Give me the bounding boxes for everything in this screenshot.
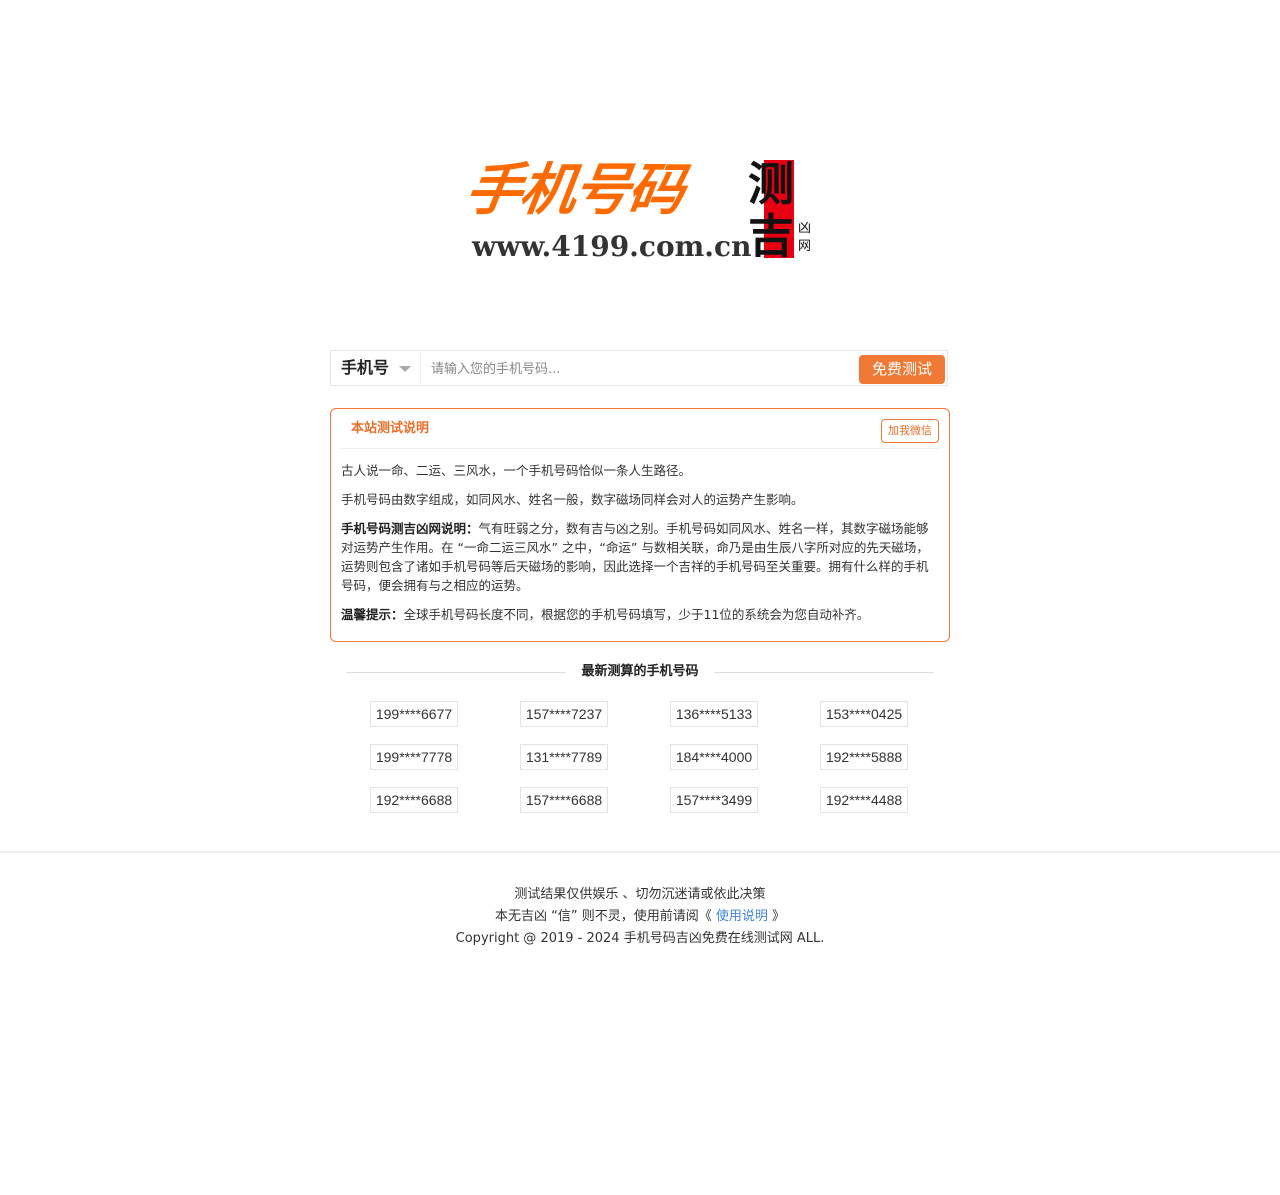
logo-url: www.4199.com.cn xyxy=(472,230,752,263)
footer-notice: 本无吉凶 “信” 则不灵，使用前请阅《 使用说明 》 xyxy=(340,906,940,928)
info-paragraph: 手机号码由数字组成，如同风水、姓名一般，数字磁场同样会对人的运势产生影响。 xyxy=(341,492,804,507)
footer-notice-suffix: 》 xyxy=(767,909,786,924)
logo-small-char: 网 xyxy=(798,239,812,254)
search-type-dropdown[interactable]: 手机号 xyxy=(331,351,421,385)
latest-numbers-title: 最新测算的手机号码 xyxy=(581,664,699,679)
phone-number-chip[interactable]: 136****5133 xyxy=(670,701,758,727)
free-test-button[interactable]: 免费测试 xyxy=(859,355,945,384)
page: 手机号码 测 吉 凶 网 www.4199.com.cn 手机号 免费测试 本站… xyxy=(0,0,1280,1195)
phone-number-chip[interactable]: 192****6688 xyxy=(370,787,458,813)
phone-number-chip[interactable]: 184****4000 xyxy=(670,744,758,770)
phone-number-chip[interactable]: 199****7778 xyxy=(370,744,458,770)
info-paragraph-label: 手机号码测吉凶网说明： xyxy=(341,521,479,536)
info-paragraph: 手机号码测吉凶网说明：气有旺弱之分，数有吉与凶之别。手机号码如同风水、姓名一样，… xyxy=(341,519,935,595)
heading-line xyxy=(346,672,566,673)
footer-divider xyxy=(0,851,1280,853)
logo-title: 手机号码 xyxy=(461,158,687,223)
phone-number-chip[interactable]: 157****7237 xyxy=(520,701,608,727)
info-paragraph: 古人说一命、二运、三风水，一个手机号码恰似一条人生路径。 xyxy=(341,463,692,478)
site-logo[interactable]: 手机号码 测 吉 凶 网 www.4199.com.cn xyxy=(462,157,818,264)
footer-disclaimer: 测试结果仅供娱乐 、切勿沉迷请或依此决策 xyxy=(514,887,766,902)
info-tip: 温馨提示：全球手机号码长度不同，根据您的手机号码填写，少于11位的系统会为您自动… xyxy=(341,605,935,624)
add-wechat-button[interactable]: 加我微信 xyxy=(881,419,939,443)
info-body: 古人说一命、二运、三风水，一个手机号码恰似一条人生路径。 手机号码由数字组成，如… xyxy=(341,461,935,634)
latest-numbers-heading: 最新测算的手机号码 xyxy=(346,662,934,682)
search-type-label: 手机号 xyxy=(341,358,390,377)
phone-number-chip[interactable]: 192****4488 xyxy=(820,787,908,813)
phone-number-chip[interactable]: 199****6677 xyxy=(370,701,458,727)
phone-number-input[interactable] xyxy=(429,355,853,383)
info-title: 本站测试说明 xyxy=(351,421,430,436)
info-divider xyxy=(341,448,939,449)
phone-number-chip[interactable]: 131****7789 xyxy=(520,744,608,770)
phone-number-chip[interactable]: 157****6688 xyxy=(520,787,608,813)
chevron-down-icon xyxy=(399,366,411,372)
footer-notice-prefix: 本无吉凶 “信” 则不灵，使用前请阅《 xyxy=(494,909,716,924)
logo-calligraphy-char: 测 xyxy=(748,157,794,211)
heading-line xyxy=(714,672,934,673)
footer: 测试结果仅供娱乐 、切勿沉迷请或依此决策 本无吉凶 “信” 则不灵，使用前请阅《… xyxy=(340,884,940,950)
info-box: 本站测试说明 加我微信 古人说一命、二运、三风水，一个手机号码恰似一条人生路径。… xyxy=(330,408,950,642)
logo-small-text: 凶 网 xyxy=(798,220,816,256)
footer-copyright: Copyright @ 2019 - 2024 手机号码吉凶免费在线测试网 AL… xyxy=(455,931,825,946)
phone-number-chip[interactable]: 192****5888 xyxy=(820,744,908,770)
phone-number-chip[interactable]: 153****0425 xyxy=(820,701,908,727)
search-bar: 手机号 免费测试 xyxy=(330,350,948,386)
info-tip-text: 全球手机号码长度不同，根据您的手机号码填写，少于11位的系统会为您自动补齐。 xyxy=(403,607,870,622)
usage-instructions-link[interactable]: 使用说明 xyxy=(716,909,768,924)
info-tip-label: 温馨提示： xyxy=(341,607,404,622)
phone-number-chip[interactable]: 157****3499 xyxy=(670,787,758,813)
logo-small-char: 凶 xyxy=(798,221,812,236)
